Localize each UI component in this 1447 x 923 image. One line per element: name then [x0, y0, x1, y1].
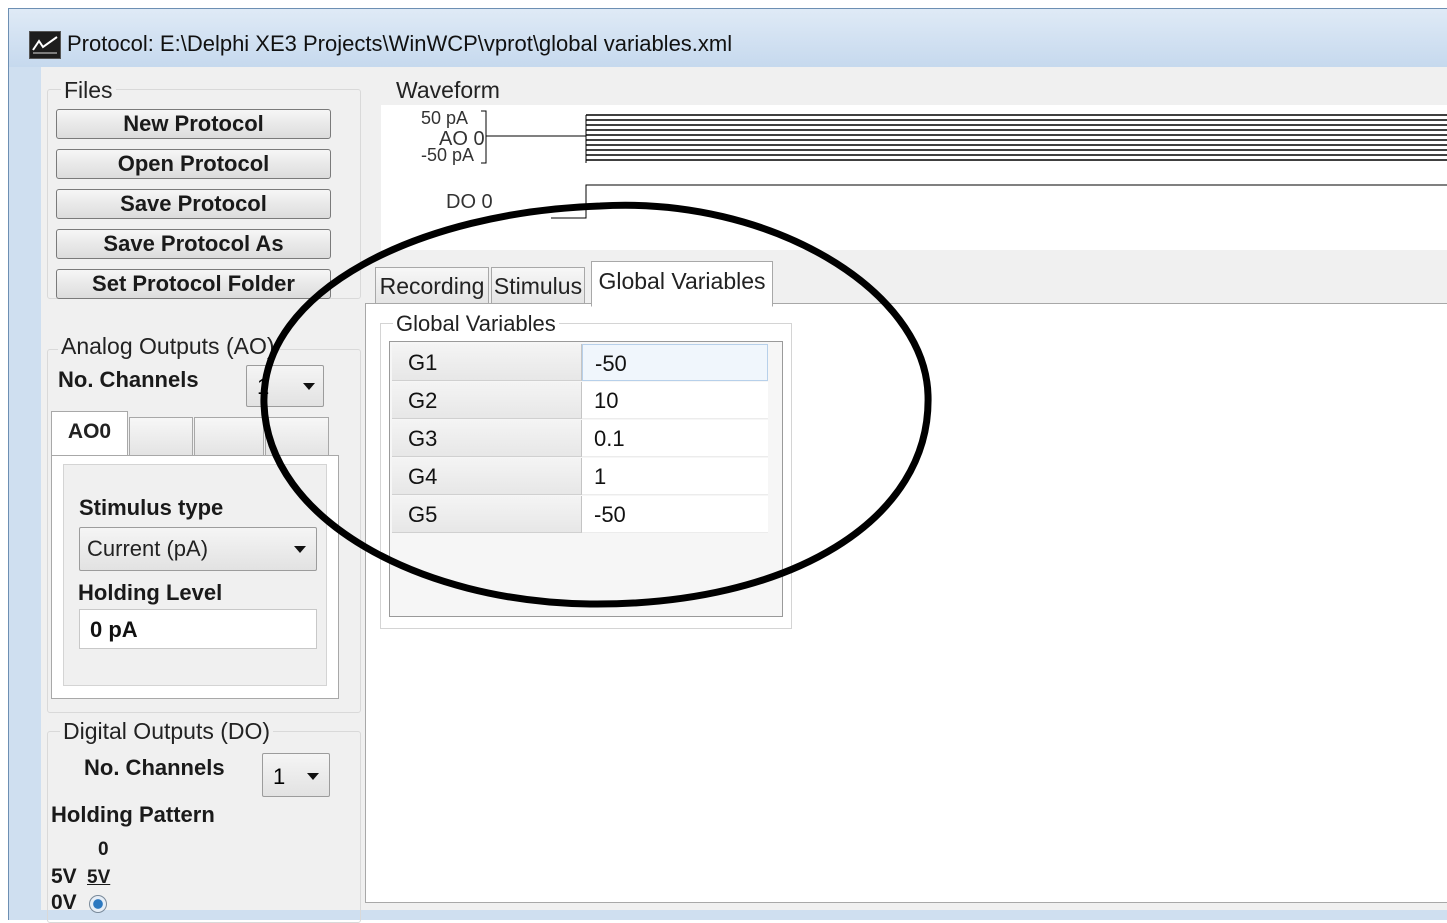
ao-tab-panel	[51, 455, 339, 699]
grid-value-cell[interactable]: -50	[582, 344, 768, 381]
do-0v-radio[interactable]	[89, 895, 107, 913]
grid-name-cell: G4	[392, 458, 582, 495]
tab-ao0[interactable]: AO0	[51, 411, 128, 457]
files-group-label: Files	[61, 77, 116, 104]
grid-value-cell[interactable]: 1	[582, 458, 768, 495]
ao-channels-label: No. Channels	[58, 367, 199, 392]
save-protocol-as-button[interactable]: Save Protocol As	[56, 229, 331, 259]
waveform-label: Waveform	[396, 77, 500, 103]
grid-name-cell: G1	[392, 344, 582, 381]
holding-level-label: Holding Level	[78, 580, 223, 605]
global-variables-group-label: Global Variables	[393, 311, 559, 337]
do-bit-label: 0	[98, 839, 109, 860]
do-channels-select[interactable]: 1	[262, 753, 330, 797]
grid-value-cell[interactable]: 0.1	[582, 420, 768, 457]
chevron-down-icon	[294, 546, 306, 553]
holding-pattern-label: Holding Pattern	[51, 802, 215, 827]
tab-ao1[interactable]	[129, 417, 193, 456]
tab-global-variables[interactable]: Global Variables	[591, 261, 773, 307]
new-protocol-button[interactable]: New Protocol	[56, 109, 331, 139]
save-protocol-button[interactable]: Save Protocol	[56, 189, 331, 219]
do-channels-value: 1	[273, 764, 286, 789]
window-title: Protocol: E:\Delphi XE3 Projects\WinWCP\…	[67, 31, 733, 56]
digital-outputs-group-label: Digital Outputs (DO)	[60, 718, 274, 745]
client-area: Files New Protocol Open Protocol Save Pr…	[41, 67, 1447, 923]
grid-name-cell: G2	[392, 382, 582, 419]
protocol-window: Protocol: E:\Delphi XE3 Projects\WinWCP\…	[8, 8, 1447, 923]
stimulus-type-select[interactable]: Current (pA)	[79, 527, 317, 571]
do-5v-label: 5V	[51, 865, 77, 888]
do-channels-label: No. Channels	[84, 755, 225, 780]
tab-stimulus[interactable]: Stimulus	[491, 267, 585, 305]
tab-recording[interactable]: Recording	[375, 267, 489, 305]
chevron-down-icon	[307, 773, 319, 780]
waveform-display[interactable]: 50 pA AO 0 -50 pA DO 0	[381, 105, 1447, 250]
do-5v-radio[interactable]: 5V	[87, 867, 110, 889]
set-protocol-folder-button[interactable]: Set Protocol Folder	[56, 269, 331, 299]
waveform-traces	[481, 110, 1447, 219]
grid-name-cell: G3	[392, 420, 582, 457]
open-protocol-button[interactable]: Open Protocol	[56, 149, 331, 179]
app-icon	[29, 31, 61, 59]
stimulus-type-label: Stimulus type	[79, 495, 224, 520]
grid-value-cell[interactable]: -50	[582, 496, 768, 533]
title-bar[interactable]: Protocol: E:\Delphi XE3 Projects\WinWCP\…	[9, 9, 1447, 67]
ao-channels-select[interactable]: 1	[246, 365, 324, 407]
tab-ao3[interactable]	[265, 417, 329, 456]
chevron-down-icon	[303, 383, 315, 390]
grid-value-cell[interactable]: 10	[582, 382, 768, 419]
stimulus-type-value: Current (pA)	[87, 536, 209, 561]
global-variables-grid[interactable]: G1 -50 G2 10 G3 0.1 G4 1 G5 -50	[389, 341, 783, 617]
grid-name-cell: G5	[392, 496, 582, 533]
tab-ao2[interactable]	[194, 417, 264, 456]
ao-channels-value: 1	[257, 374, 270, 399]
holding-level-value: 0 pA	[90, 617, 138, 642]
holding-level-input[interactable]: 0 pA	[79, 609, 317, 649]
analog-outputs-group-label: Analog Outputs (AO)	[58, 333, 278, 360]
do-0v-label: 0V	[51, 891, 77, 914]
